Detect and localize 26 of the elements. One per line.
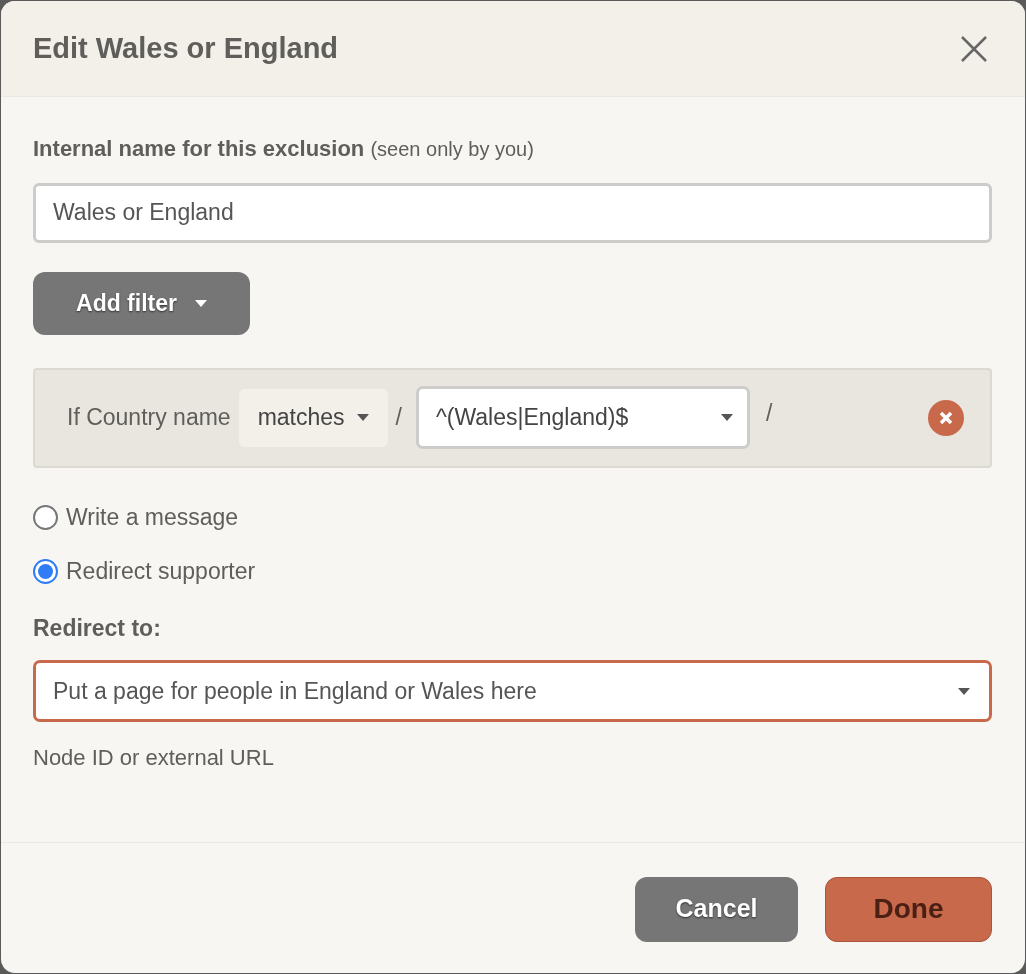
- caret-icon: [720, 414, 733, 421]
- caret-icon: [356, 414, 369, 421]
- operator-dropdown[interactable]: matches: [238, 388, 388, 447]
- redirect-label: Redirect to:: [33, 613, 162, 643]
- radio-button[interactable]: [33, 559, 58, 584]
- caret-icon: [194, 299, 207, 307]
- radio-button[interactable]: [33, 505, 58, 530]
- filter-field-name: If Country name: [67, 403, 231, 433]
- name-input-field[interactable]: Wales or England: [33, 182, 992, 243]
- remove-filter-button[interactable]: [928, 399, 964, 436]
- redirect-combobox[interactable]: Put a page for people in England or Wales here: [33, 660, 992, 722]
- cancel-button[interactable]: Cancel: [635, 876, 798, 942]
- redirect-hint: Node ID or external URL: [33, 744, 275, 772]
- radio-option[interactable]: Write a message: [33, 503, 993, 532]
- close-icon: [939, 410, 953, 425]
- field-label: Internal name for this exclusion (seen only by you): [33, 135, 535, 163]
- add-filter-button[interactable]: Add filter: [33, 271, 250, 335]
- separator-slash: /: [765, 399, 773, 429]
- caret-icon: [958, 687, 970, 695]
- dialog-title: Edit Wales or England: [33, 30, 339, 66]
- close-button[interactable]: [959, 33, 989, 64]
- pattern-combobox[interactable]: ^(Wales|England)$: [415, 386, 750, 449]
- close-icon: [960, 34, 988, 63]
- done-button[interactable]: Done: [825, 876, 992, 942]
- radio-option[interactable]: Redirect supporter: [33, 557, 993, 586]
- separator-slash: /: [395, 403, 402, 433]
